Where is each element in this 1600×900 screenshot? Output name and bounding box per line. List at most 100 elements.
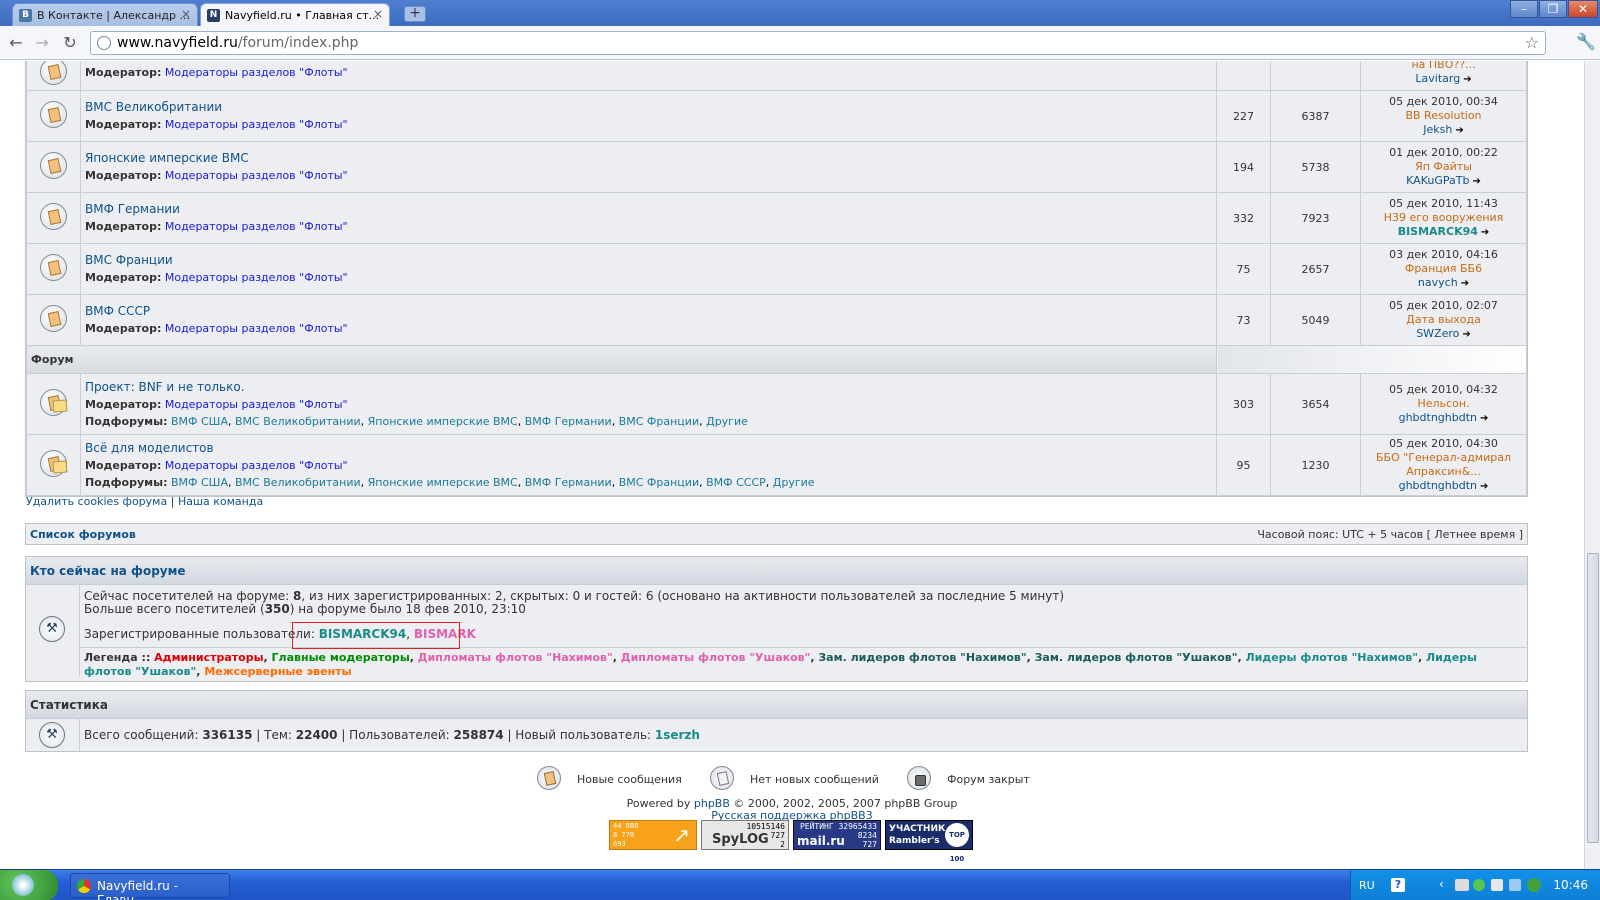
wrench-menu-icon[interactable]: 🔧 [1576, 32, 1596, 51]
moderator-group-link[interactable]: Модераторы разделов "Флоты" [165, 118, 348, 131]
subforum-link[interactable]: Японские имперские ВМС [368, 415, 518, 428]
legend-group-link[interactable]: Межсерверные эвенты [204, 665, 351, 678]
moderator-group-link[interactable]: Модераторы разделов "Флоты" [165, 459, 348, 472]
online-title[interactable]: Кто сейчас на форуме [26, 557, 1527, 585]
close-tab-icon[interactable]: × [373, 7, 383, 21]
subforum-link[interactable]: Японские имперские ВМС [368, 476, 518, 489]
newest-user-link[interactable]: 1serzh [655, 728, 700, 742]
close-window-button[interactable]: ✕ [1568, 0, 1598, 18]
subforum-link[interactable]: ВМС Франции [619, 415, 699, 428]
forum-title-link[interactable]: Всё для моделистов [85, 441, 214, 455]
start-button[interactable] [0, 870, 58, 900]
tab-navyfield[interactable]: N Navyfield.ru • Главная ст... × [200, 3, 390, 26]
moderator-group-link[interactable]: Модераторы разделов "Флоты" [165, 271, 348, 284]
goto-last-post-icon[interactable]: ➔ [1480, 412, 1488, 426]
last-post-title-link[interactable]: Нельсон. [1361, 397, 1526, 411]
help-icon[interactable]: ? [1391, 878, 1405, 892]
moderator-group-link[interactable]: Модераторы разделов "Флоты" [165, 322, 348, 335]
forum-title-link[interactable]: Японские имперские ВМС [85, 151, 249, 165]
last-post-author-link[interactable]: Lavitarg [1415, 72, 1460, 85]
spylog-counter[interactable]: 10515146 727 2 SpyLOG [701, 820, 789, 850]
last-post-title-link[interactable]: BB Resolution [1361, 109, 1526, 123]
goto-last-post-icon[interactable]: ➔ [1462, 328, 1470, 342]
close-tab-icon[interactable]: × [181, 7, 191, 21]
last-post-author-link[interactable]: SWZero [1416, 327, 1459, 340]
forum-title-link[interactable]: Проект: BNF и не только. [85, 380, 245, 394]
forum-title-link[interactable]: ВМС Франции [85, 253, 173, 267]
section-header-row: Форум [26, 345, 1527, 374]
rambler-counter[interactable]: УЧАСТНИК Rambler's TOP 100 [885, 820, 973, 863]
last-post-title-link[interactable]: Франция ББ6 [1361, 262, 1526, 276]
address-bar[interactable]: www.navyfield.ru/forum/index.php ☆ [90, 31, 1546, 55]
topics-count: 227 [1216, 90, 1271, 142]
forum-title-link[interactable]: ВМС Великобритании [85, 100, 222, 114]
subforum-link[interactable]: Другие [706, 415, 748, 428]
forward-icon[interactable]: → [32, 33, 52, 53]
forum-row: ВМФ СССР Модератор: Модераторы разделов "… [26, 294, 1527, 346]
scrollbar-thumb[interactable] [1587, 553, 1599, 843]
subforum-link[interactable]: Другие [773, 476, 815, 489]
last-post-title-link[interactable]: на ПВО??... [1361, 61, 1526, 72]
subforum-link[interactable]: ВМФ СССР [706, 476, 766, 489]
subforum-link[interactable]: ВМФ США [171, 476, 228, 489]
taskbar-app-button[interactable]: Navyfield.ru - Главн... [70, 873, 230, 900]
last-post-author-link[interactable]: KAKuGPaTb [1406, 174, 1469, 187]
last-post-author-link[interactable]: ghbdtnghbdtn [1399, 479, 1477, 492]
subforum-link[interactable]: ВМФ Германии [525, 476, 612, 489]
goto-last-post-icon[interactable]: ➔ [1472, 175, 1480, 189]
tab-vkontakte[interactable]: В В Контакте | Александр ... × [12, 3, 198, 26]
last-post-title-link[interactable]: ББО "Генерал-адмирал Апраксин&... [1361, 451, 1526, 479]
tray-app-icon[interactable] [1455, 879, 1469, 891]
forum-title-link[interactable]: ВМФ СССР [85, 304, 150, 318]
team-link[interactable]: Наша команда [178, 495, 263, 508]
goto-last-post-icon[interactable]: ➔ [1463, 73, 1471, 87]
legend-group-link[interactable]: Зам. лидеров флотов "Ушаков" [1035, 651, 1238, 664]
forum-index-link[interactable]: Список форумов [30, 528, 136, 541]
tray-status-icon[interactable] [1473, 879, 1485, 891]
subforum-link[interactable]: ВМФ Германии [525, 415, 612, 428]
last-post-date: 05 дек 2010, 11:43 [1389, 196, 1498, 210]
subforum-link[interactable]: ВМФ США [171, 415, 228, 428]
last-post-author-link[interactable]: navych [1418, 276, 1458, 289]
network-icon[interactable] [1491, 879, 1503, 891]
maximize-button[interactable]: ❐ [1539, 0, 1567, 18]
delete-cookies-link[interactable]: Удалить cookies форума [26, 495, 167, 508]
moderator-group-link[interactable]: Модераторы разделов "Флоты" [165, 220, 348, 233]
legend-group-link[interactable]: Дипломаты флотов "Нахимов" [418, 651, 613, 664]
legend-group-link[interactable]: Администраторы [154, 651, 263, 664]
goto-last-post-icon[interactable]: ➔ [1461, 277, 1469, 291]
last-post-date: 03 дек 2010, 04:16 [1389, 247, 1498, 261]
last-post-author-link[interactable]: BISMARCK94 [1398, 225, 1478, 238]
minimize-button[interactable]: – [1510, 0, 1538, 18]
subforum-link[interactable]: ВМС Великобритании [235, 415, 361, 428]
subforum-link[interactable]: ВМС Франции [619, 476, 699, 489]
moderator-group-link[interactable]: Модераторы разделов "Флоты" [165, 169, 348, 182]
legend-group-link[interactable]: Зам. лидеров флотов "Нахимов" [818, 651, 1026, 664]
last-post-title-link[interactable]: H39 его вооружения [1361, 211, 1526, 225]
new-tab-button[interactable]: + [404, 6, 426, 22]
moderator-group-link[interactable]: Модераторы разделов "Флоты" [165, 398, 348, 411]
legend-group-link[interactable]: Дипломаты флотов "Ушаков" [621, 651, 811, 664]
last-post-author-link[interactable]: ghbdtnghbdtn [1399, 411, 1477, 424]
subforum-link[interactable]: ВМС Великобритании [235, 476, 361, 489]
bookmark-star-icon[interactable]: ☆ [1525, 33, 1539, 52]
moderator-group-link[interactable]: Модераторы разделов "Флоты" [165, 66, 348, 79]
vertical-scrollbar[interactable] [1584, 61, 1600, 869]
forum-title-link[interactable]: ВМФ Германии [85, 202, 180, 216]
reload-icon[interactable]: ↻ [60, 33, 80, 53]
liveinternet-counter[interactable]: 44 888 8 770 693 ↗ [609, 820, 697, 850]
language-indicator[interactable]: RU [1359, 879, 1375, 892]
mailru-counter[interactable]: РЕЙТИНГ 32965433 8234 727 mail.ru [793, 820, 881, 850]
goto-last-post-icon[interactable]: ➔ [1480, 480, 1488, 494]
goto-last-post-icon[interactable]: ➔ [1481, 226, 1489, 240]
back-icon[interactable]: ← [6, 33, 26, 53]
volume-icon[interactable] [1509, 879, 1521, 891]
antivirus-icon[interactable] [1527, 878, 1541, 892]
last-post-author-link[interactable]: Jeksh [1423, 123, 1452, 136]
legend-group-link[interactable]: Лидеры флотов "Нахимов" [1245, 651, 1418, 664]
last-post-title-link[interactable]: Яп Файты [1361, 160, 1526, 174]
legend-group-link[interactable]: Главные модераторы [272, 651, 410, 664]
last-post-title-link[interactable]: Дата выхода [1361, 313, 1526, 327]
show-hidden-icons[interactable]: ‹ [1439, 877, 1444, 891]
goto-last-post-icon[interactable]: ➔ [1455, 124, 1463, 138]
